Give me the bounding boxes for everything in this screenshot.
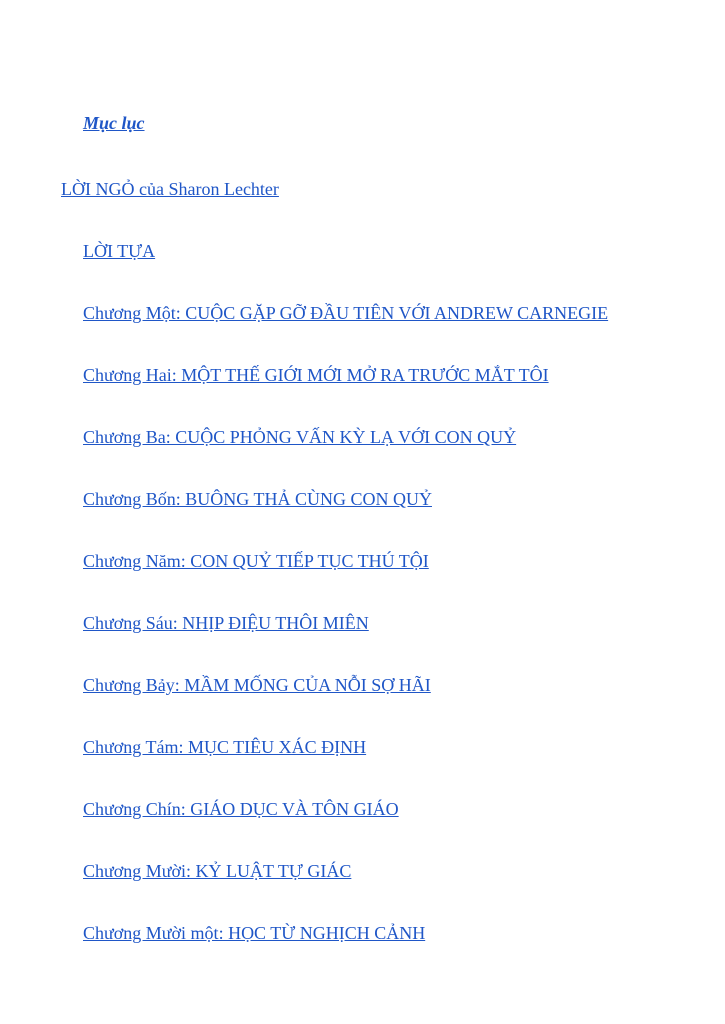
toc-item-foreword: LỜI NGỎ của Sharon Lechter — [61, 178, 279, 200]
toc-link-chapter-2[interactable]: Chương Hai: MỘT THẾ GIỚI MỚI MỞ RA TRƯỚC… — [83, 365, 549, 385]
toc-item-chapter-4: Chương Bốn: BUÔNG THẢ CÙNG CON QUỶ — [83, 488, 432, 510]
toc-item-chapter-9: Chương Chín: GIÁO DỤC VÀ TÔN GIÁO — [83, 798, 399, 820]
toc-item-chapter-5: Chương Năm: CON QUỶ TIẾP TỤC THÚ TỘI — [83, 550, 429, 572]
toc-link-chapter-4[interactable]: Chương Bốn: BUÔNG THẢ CÙNG CON QUỶ — [83, 489, 432, 509]
toc-link-chapter-11[interactable]: Chương Mười một: HỌC TỪ NGHỊCH CẢNH — [83, 923, 425, 943]
toc-item-chapter-10: Chương Mười: KỶ LUẬT TỰ GIÁC — [83, 860, 351, 882]
toc-item-chapter-8: Chương Tám: MỤC TIÊU XÁC ĐỊNH — [83, 736, 366, 758]
toc-item-preface: LỜI TỰA — [83, 240, 155, 262]
toc-link-preface[interactable]: LỜI TỰA — [83, 241, 155, 261]
toc-item-chapter-3: Chương Ba: CUỘC PHỎNG VẤN KỲ LẠ VỚI CON … — [83, 426, 516, 448]
toc-item-chapter-6: Chương Sáu: NHỊP ĐIỆU THÔI MIÊN — [83, 612, 369, 634]
toc-link-chapter-7[interactable]: Chương Bảy: MẦM MỐNG CỦA NỖI SỢ HÃI — [83, 675, 431, 695]
toc-link-foreword[interactable]: LỜI NGỎ của Sharon Lechter — [61, 179, 279, 199]
toc-link-chapter-1[interactable]: Chương Một: CUỘC GẶP GỠ ĐẦU TIÊN VỚI AND… — [83, 303, 608, 323]
toc-link-chapter-9[interactable]: Chương Chín: GIÁO DỤC VÀ TÔN GIÁO — [83, 799, 399, 819]
toc-link-chapter-5[interactable]: Chương Năm: CON QUỶ TIẾP TỤC THÚ TỘI — [83, 551, 429, 571]
toc-item-chapter-2: Chương Hai: MỘT THẾ GIỚI MỚI MỞ RA TRƯỚC… — [83, 364, 549, 386]
toc-link-chapter-8[interactable]: Chương Tám: MỤC TIÊU XÁC ĐỊNH — [83, 737, 366, 757]
toc-item-chapter-11: Chương Mười một: HỌC TỪ NGHỊCH CẢNH — [83, 922, 425, 944]
toc-link-chapter-6[interactable]: Chương Sáu: NHỊP ĐIỆU THÔI MIÊN — [83, 613, 369, 633]
toc-link-chapter-10[interactable]: Chương Mười: KỶ LUẬT TỰ GIÁC — [83, 861, 351, 881]
toc-item-chapter-1: Chương Một: CUỘC GẶP GỠ ĐẦU TIÊN VỚI AND… — [83, 302, 608, 324]
document-page: Mục lục LỜI NGỎ của Sharon Lechter LỜI T… — [0, 0, 725, 1024]
toc-link-chapter-3[interactable]: Chương Ba: CUỘC PHỎNG VẤN KỲ LẠ VỚI CON … — [83, 427, 516, 447]
toc-heading[interactable]: Mục lục — [83, 113, 145, 134]
toc-item-chapter-7: Chương Bảy: MẦM MỐNG CỦA NỖI SỢ HÃI — [83, 674, 431, 696]
